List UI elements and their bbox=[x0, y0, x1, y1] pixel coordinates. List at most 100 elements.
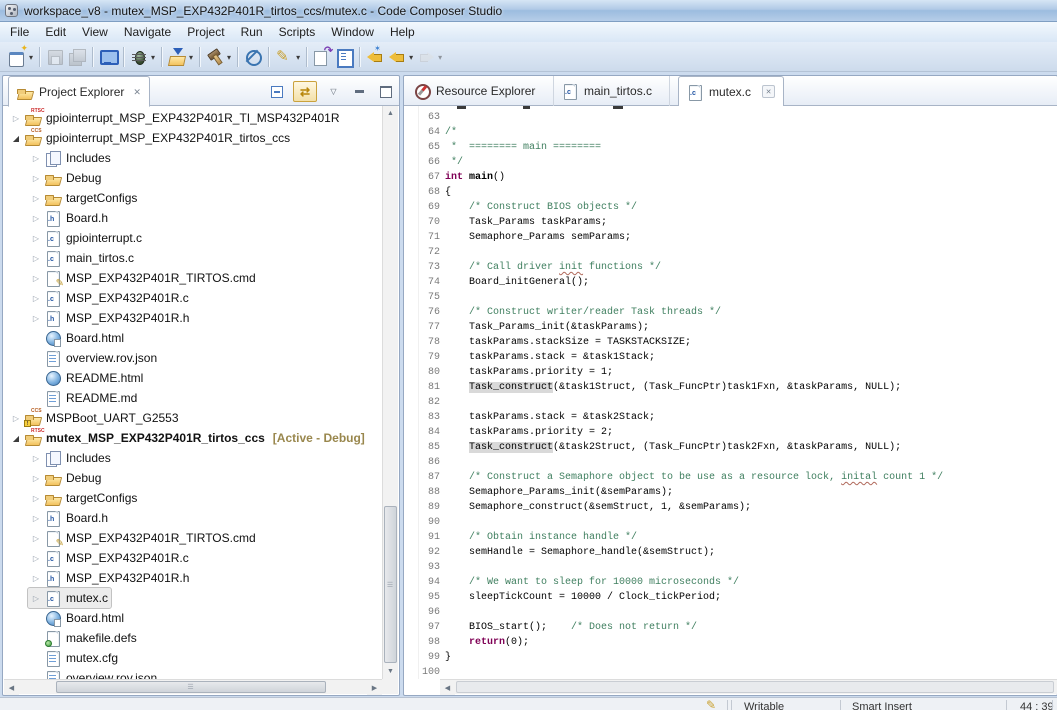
menu-run[interactable]: Run bbox=[233, 23, 271, 41]
scroll-left-icon[interactable]: ◀ bbox=[440, 680, 455, 695]
debug-button[interactable] bbox=[128, 45, 157, 69]
code-line[interactable]: semHandle = Semaphore_handle(&semStruct)… bbox=[445, 545, 715, 560]
scrollbar-thumb[interactable]: ☰ bbox=[384, 506, 397, 663]
code-line[interactable]: Semaphore_Params semParams; bbox=[445, 230, 631, 245]
minimize-button[interactable] bbox=[350, 82, 369, 101]
tree-item[interactable]: .h Board.h bbox=[28, 508, 111, 528]
code-line[interactable]: */ bbox=[445, 155, 463, 170]
code-line[interactable]: * ======== main ======== bbox=[445, 140, 601, 155]
back-button[interactable] bbox=[386, 45, 415, 69]
expand-arrow[interactable] bbox=[31, 227, 41, 249]
expand-arrow[interactable] bbox=[11, 427, 21, 449]
expand-arrow[interactable] bbox=[31, 467, 41, 489]
source-swap-button[interactable] bbox=[311, 44, 333, 69]
scroll-right-icon[interactable]: ▶ bbox=[367, 680, 382, 695]
dropdown-arrow-icon[interactable] bbox=[151, 51, 155, 63]
scroll-up-icon[interactable]: ▲ bbox=[383, 106, 398, 121]
expand-arrow[interactable] bbox=[31, 207, 41, 229]
target-monitor-button[interactable] bbox=[97, 45, 120, 69]
skip-breakpoints-button[interactable] bbox=[242, 45, 264, 69]
menu-help[interactable]: Help bbox=[382, 23, 423, 41]
expand-arrow[interactable] bbox=[11, 407, 21, 429]
new-file-button[interactable] bbox=[6, 43, 35, 69]
tree-item[interactable]: .c main_tirtos.c bbox=[28, 248, 137, 268]
project-tree-vertical-scrollbar[interactable]: ▲ ☰ ▼ bbox=[382, 106, 398, 679]
tree-item[interactable]: RTSCmutex_MSP_EXP432P401R_tirtos_ccs [Act… bbox=[8, 428, 368, 448]
code-line[interactable]: /* bbox=[445, 125, 457, 140]
expand-arrow[interactable] bbox=[31, 167, 41, 189]
tree-item[interactable]: MSP_EXP432P401R_TIRTOS.cmd bbox=[28, 528, 259, 548]
tree-item[interactable]: Debug bbox=[28, 468, 104, 488]
tree-item[interactable]: targetConfigs bbox=[28, 488, 140, 508]
code-line[interactable]: Semaphore_Params_init(&semParams); bbox=[445, 485, 673, 500]
tree-item[interactable]: README.md bbox=[28, 388, 140, 408]
tab-main-tirtos-c[interactable]: .c main_tirtos.c bbox=[554, 76, 670, 106]
code-line[interactable]: Board_initGeneral(); bbox=[445, 275, 589, 290]
scrollbar-thumb[interactable] bbox=[456, 681, 1054, 693]
code-line[interactable]: /* We want to sleep for 10000 microsecon… bbox=[445, 575, 739, 590]
menu-navigate[interactable]: Navigate bbox=[116, 23, 179, 41]
expand-arrow[interactable] bbox=[31, 547, 41, 569]
expand-arrow[interactable] bbox=[31, 487, 41, 509]
editor-code-area[interactable]: 63 64 65 66 67 68 69 70 71 72 73 74 75 76 77 78 79 80 81 82… bbox=[405, 106, 1057, 679]
tree-item[interactable]: RTSCgpiointerrupt_MSP_EXP432P401R_TI_MSP… bbox=[8, 108, 343, 128]
expand-arrow[interactable] bbox=[31, 187, 41, 209]
tree-item[interactable]: .c MSP_EXP432P401R.c bbox=[28, 548, 192, 568]
menu-project[interactable]: Project bbox=[179, 23, 232, 41]
tree-item[interactable]: overview.rov.json bbox=[28, 348, 160, 368]
expand-arrow[interactable] bbox=[31, 267, 41, 289]
expand-arrow[interactable] bbox=[31, 307, 41, 329]
expand-arrow[interactable] bbox=[31, 567, 41, 589]
code-line[interactable]: /* Construct writer/reader Task threads … bbox=[445, 305, 721, 320]
tree-item[interactable]: README.html bbox=[28, 368, 146, 388]
expand-arrow[interactable] bbox=[31, 587, 41, 609]
code-line[interactable]: { bbox=[445, 185, 451, 200]
code-line[interactable]: /* Construct BIOS objects */ bbox=[445, 200, 637, 215]
dropdown-arrow-icon[interactable] bbox=[296, 51, 300, 63]
expand-arrow[interactable] bbox=[31, 507, 41, 529]
flash-button[interactable] bbox=[166, 45, 195, 69]
code-line[interactable]: Task_Params_init(&taskParams); bbox=[445, 320, 649, 335]
code-line[interactable]: } bbox=[445, 650, 451, 665]
tree-item[interactable]: .h MSP_EXP432P401R.h bbox=[28, 568, 192, 588]
scroll-down-icon[interactable]: ▼ bbox=[383, 664, 398, 679]
code-line[interactable]: Task_construct(&task2Struct, (Task_FuncP… bbox=[445, 440, 901, 455]
tree-item[interactable]: h Includes bbox=[28, 448, 114, 468]
tree-item[interactable]: makefile.defs bbox=[28, 628, 140, 648]
tree-item[interactable]: .h MSP_EXP432P401R.h bbox=[28, 308, 192, 328]
collapse-all-button[interactable] bbox=[267, 82, 286, 101]
close-icon[interactable] bbox=[762, 85, 776, 98]
tab-resource-explorer[interactable]: Resource Explorer bbox=[406, 76, 554, 106]
expand-arrow[interactable] bbox=[31, 447, 41, 469]
dropdown-arrow-icon[interactable] bbox=[409, 51, 413, 63]
tab-project-explorer[interactable]: Project Explorer bbox=[8, 76, 150, 107]
dropdown-arrow-icon[interactable] bbox=[438, 51, 442, 63]
dropdown-arrow-icon[interactable] bbox=[227, 51, 231, 63]
editor-horizontal-scrollbar[interactable]: ◀ bbox=[440, 679, 1057, 695]
menu-scripts[interactable]: Scripts bbox=[271, 23, 324, 41]
project-tree-horizontal-scrollbar[interactable]: ◀ ☰ ▶ bbox=[4, 679, 382, 695]
expand-arrow[interactable] bbox=[31, 527, 41, 549]
code-line[interactable]: Task_Params taskParams; bbox=[445, 215, 607, 230]
scrollbar-thumb[interactable]: ☰ bbox=[56, 681, 326, 693]
tree-item[interactable]: overview.rov.json bbox=[28, 668, 160, 679]
code-line[interactable]: /* Construct a Semaphore object to be us… bbox=[445, 470, 943, 485]
code-line[interactable]: return(0); bbox=[445, 635, 529, 650]
code-line[interactable]: taskParams.stackSize = TASKSTACKSIZE; bbox=[445, 335, 691, 350]
menu-window[interactable]: Window bbox=[323, 23, 382, 41]
code-line[interactable]: /* Call driver init functions */ bbox=[445, 260, 661, 275]
code-line[interactable]: taskParams.priority = 1; bbox=[445, 365, 613, 380]
maximize-button[interactable] bbox=[376, 82, 395, 101]
code-line[interactable]: int main() bbox=[445, 170, 505, 185]
outline-doc-button[interactable] bbox=[333, 45, 355, 69]
code-line[interactable]: taskParams.priority = 2; bbox=[445, 425, 613, 440]
menu-file[interactable]: File bbox=[2, 23, 37, 41]
menu-view[interactable]: View bbox=[74, 23, 116, 41]
expand-arrow[interactable] bbox=[31, 147, 41, 169]
code-line[interactable]: Task_construct(&task1Struct, (Task_FuncP… bbox=[445, 380, 901, 395]
link-with-editor-button[interactable] bbox=[293, 81, 317, 102]
code-line[interactable]: taskParams.stack = &task2Stack; bbox=[445, 410, 655, 425]
tree-item[interactable]: CCS! MSPBoot_UART_G2553 bbox=[8, 408, 182, 428]
menu-edit[interactable]: Edit bbox=[37, 23, 74, 41]
tree-item[interactable]: Debug bbox=[28, 168, 104, 188]
